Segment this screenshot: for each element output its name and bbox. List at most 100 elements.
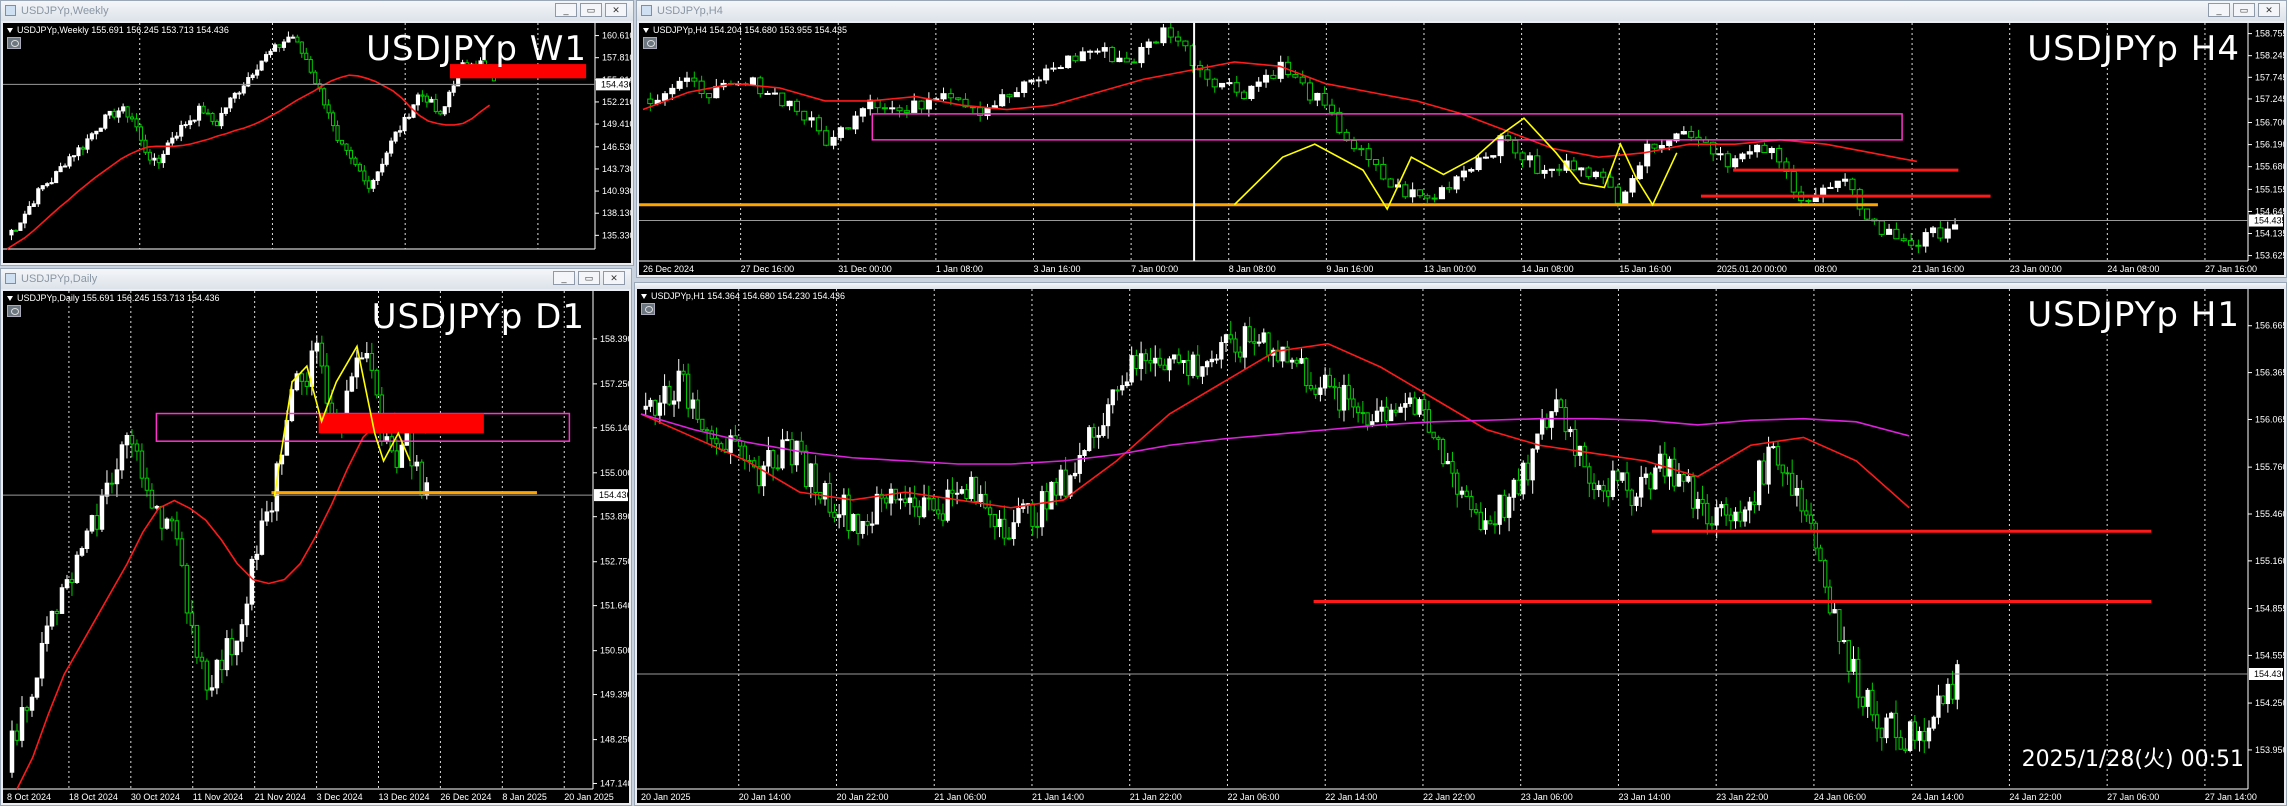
candle-body — [1827, 186, 1834, 189]
one-click-trading-icon[interactable] — [641, 303, 655, 315]
candle-body — [179, 124, 184, 137]
candle-body — [116, 110, 121, 118]
candle-body — [1554, 399, 1559, 413]
candle-body — [1337, 387, 1342, 411]
one-click-trading-icon[interactable] — [7, 37, 21, 49]
x-tick-label: 21 Jan 16:00 — [1912, 264, 1964, 274]
close-button[interactable]: ✕ — [2258, 3, 2280, 17]
chart-window-icon — [5, 273, 16, 284]
window-titlebar[interactable]: USDJPYp,Daily _ ▭ ✕ — [1, 269, 631, 289]
candle-body — [865, 520, 870, 526]
window-titlebar[interactable]: USDJPYp,Weekly _ ▭ ✕ — [1, 1, 633, 21]
candle-body — [1511, 479, 1516, 498]
y-tick-label: 148.250 — [600, 735, 629, 745]
candle-body — [964, 489, 969, 499]
chart-plot-area[interactable]: 158.390 157.250 156.140 155.000 153.890 152.7… — [3, 291, 629, 803]
candle-body — [1431, 197, 1438, 200]
chart-plot-area[interactable]: 158.755 158.245 157.745 157.245 156.700 156.1… — [639, 23, 2284, 275]
candle-body — [394, 450, 400, 468]
candle-body — [304, 380, 310, 387]
candle-body — [1898, 736, 1903, 750]
close-button[interactable]: ✕ — [603, 271, 625, 285]
ohlc-text: USDJPYp,H4 154.204 154.680 153.955 154.4… — [653, 25, 847, 35]
candle-body — [89, 133, 94, 140]
candle-body — [737, 440, 743, 447]
candle-body — [686, 373, 691, 409]
minimize-button[interactable]: _ — [555, 3, 577, 17]
x-tick-label: 7 Jan 00:00 — [1131, 264, 1178, 274]
candle-body — [349, 376, 355, 392]
maximize-button[interactable]: ▭ — [580, 3, 602, 17]
y-tick-label: 143.730 — [602, 164, 631, 174]
candle-body — [1417, 399, 1422, 415]
candle-body — [234, 640, 240, 656]
minimize-button[interactable]: _ — [2208, 3, 2230, 17]
chart-window-weekly[interactable]: USDJPYp,Weekly _▭✕ 160.610157.810155.010… — [0, 0, 634, 266]
x-tick-label: 11 Nov 2024 — [193, 792, 243, 802]
x-tick-label: 20 Jan 14:00 — [739, 792, 791, 802]
candle-body — [1328, 104, 1336, 113]
candle-body — [808, 463, 813, 488]
candle-body — [244, 603, 250, 626]
candle-body — [898, 498, 903, 501]
x-tick-label: 24 Jan 06:00 — [1814, 792, 1866, 802]
candle-body — [119, 444, 125, 471]
candle-body — [375, 171, 380, 181]
candle-body — [785, 439, 790, 442]
chart-window-daily[interactable]: USDJPYp,Daily _▭✕ 158.390157.250156.1401… — [0, 268, 632, 806]
candle-body — [1865, 689, 1870, 707]
candle-body — [1714, 507, 1719, 526]
minimize-button[interactable]: _ — [553, 271, 575, 285]
candle-body — [429, 98, 434, 103]
candle-body — [1313, 388, 1318, 395]
window-title: USDJPYp,Weekly — [21, 5, 109, 17]
candle-body — [1606, 490, 1611, 497]
candle-body — [1937, 227, 1944, 239]
candle-body — [1455, 472, 1460, 495]
candle-body — [1450, 461, 1455, 474]
y-tick-label: 151.640 — [600, 601, 629, 611]
window-titlebar[interactable]: USDJPYp,H4 _ ▭ ✕ — [637, 1, 2286, 21]
candle-body — [1252, 341, 1257, 344]
current-price-label: 154.436 — [599, 490, 629, 500]
candle-body — [1889, 712, 1894, 719]
candle-body — [170, 137, 175, 144]
candle-body — [1884, 717, 1889, 739]
y-tick-label: 157.810 — [602, 53, 631, 63]
candle-body — [1709, 523, 1715, 526]
candle-body — [1915, 244, 1922, 247]
candle-body — [1440, 438, 1446, 465]
candle-body — [874, 493, 880, 525]
candle-body — [1262, 74, 1270, 83]
candle-body — [770, 450, 776, 469]
candle-body — [1145, 41, 1152, 48]
h1-chart-svg: 156.665 156.365 156.065 155.760 155.460 155.1… — [637, 289, 2284, 802]
candle-body — [1205, 361, 1210, 368]
candle-body — [1360, 412, 1365, 415]
candle-body — [775, 467, 780, 470]
candle-body — [1690, 476, 1696, 509]
candle-body — [903, 110, 910, 113]
candle-body — [1426, 409, 1432, 433]
chart-plot-area[interactable]: 156.665 156.365 156.065 155.760 155.460 155.1… — [637, 289, 2284, 803]
candle-body — [98, 127, 103, 132]
candle-body — [138, 126, 144, 141]
candle-body — [1242, 326, 1248, 358]
chart-window-h1[interactable]: 156.665 156.365 156.065 155.760 155.460 155.1… — [634, 282, 2287, 806]
one-click-trading-icon[interactable] — [7, 305, 21, 317]
one-click-trading-icon[interactable] — [643, 37, 657, 49]
chart-window-h4[interactable]: USDJPYp,H4 _▭✕ 158.755 158.245 157.745 157.… — [636, 0, 2287, 278]
candle-body — [362, 170, 367, 182]
maximize-button[interactable]: ▭ — [2233, 3, 2255, 17]
x-tick-label: 20 Jan 22:00 — [836, 792, 888, 802]
maximize-button[interactable]: ▭ — [578, 271, 600, 285]
candle-body — [643, 405, 648, 410]
close-button[interactable]: ✕ — [605, 3, 627, 17]
candle-body — [237, 92, 242, 95]
candle-body — [63, 165, 68, 168]
chart-plot-area[interactable]: 160.610157.810155.010152.210149.410146.5… — [3, 23, 631, 263]
candle-body — [1700, 498, 1705, 504]
candle-body — [832, 511, 837, 518]
candle-body — [1054, 481, 1059, 496]
candle-body — [1350, 140, 1358, 150]
